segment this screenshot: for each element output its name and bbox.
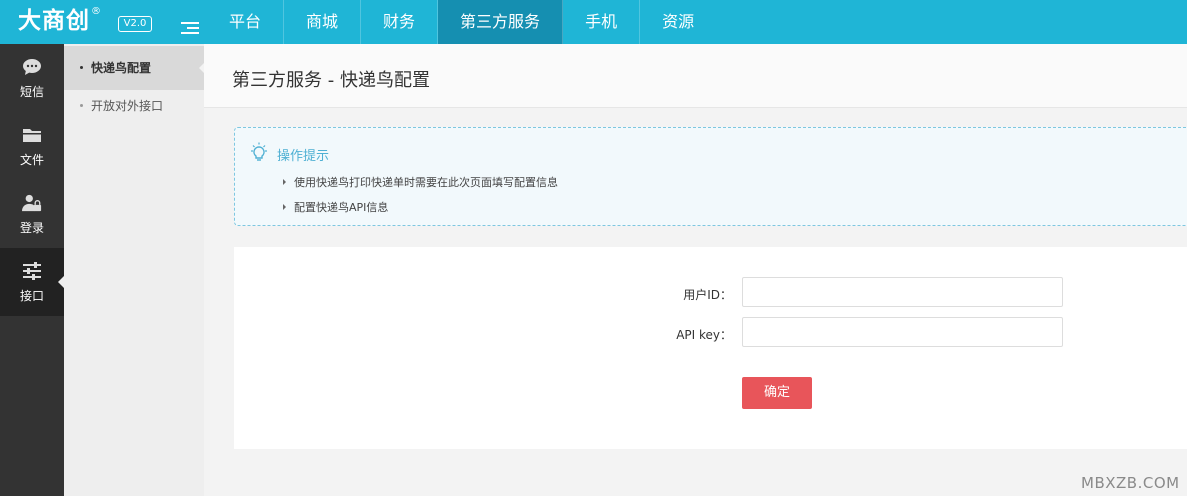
top-bar: 大商创 ® V2.0 平台 商城 财务 第三方服务 手机 资源 — [0, 0, 1187, 44]
menu-toggle-icon[interactable] — [181, 22, 199, 36]
nav-resources[interactable]: 资源 — [640, 0, 716, 44]
sliders-icon — [22, 261, 42, 281]
tip-text: 使用快递鸟打印快递单时需要在此次页面填写配置信息 — [294, 176, 558, 189]
tips-title: 操作提示 — [277, 148, 330, 164]
user-id-input[interactable] — [742, 277, 1063, 307]
caret-right-icon — [283, 179, 286, 185]
sidebar-item-label: 登录 — [19, 220, 44, 235]
sidebar-item-files[interactable]: 文件 — [0, 112, 64, 180]
page-title: 第三方服务 - 快递鸟配置 — [232, 70, 430, 91]
logo-text: 大商创 — [18, 8, 90, 34]
bullet-icon — [80, 104, 83, 107]
caret-right-icon — [283, 204, 286, 210]
api-key-label: API key： — [676, 328, 732, 342]
confirm-button[interactable]: 确定 — [742, 377, 812, 409]
nav-platform[interactable]: 平台 — [207, 0, 285, 44]
watermark: MBXZB.COM — [1081, 474, 1180, 492]
user-lock-icon — [22, 193, 42, 213]
tip-line: 使用快递鸟打印快递单时需要在此次页面填写配置信息 — [283, 174, 558, 190]
nav-mobile[interactable]: 手机 — [563, 0, 641, 44]
submenu-item-open-api[interactable]: 开放对外接口 — [64, 90, 204, 122]
sidebar-item-label: 接口 — [19, 288, 44, 303]
tip-text: 配置快递鸟API信息 — [294, 201, 389, 214]
sidebar: 短信 文件 登录 接口 — [0, 44, 64, 496]
tips-header: 操作提示 — [249, 142, 329, 166]
folder-icon — [22, 125, 42, 145]
sidebar-item-sms[interactable]: 短信 — [0, 44, 64, 112]
logo-registered-mark: ® — [91, 6, 101, 17]
page-header: 第三方服务 - 快递鸟配置 — [204, 44, 1187, 108]
tip-line: 配置快递鸟API信息 — [283, 199, 388, 215]
nav-third-party-services[interactable]: 第三方服务 — [438, 0, 564, 44]
operation-tips-panel: 操作提示 使用快递鸟打印快递单时需要在此次页面填写配置信息 配置快递鸟API信息 — [234, 127, 1187, 226]
submenu-item-label: 开放对外接口 — [91, 99, 164, 113]
lightbulb-icon — [249, 142, 269, 166]
top-nav: 平台 商城 财务 第三方服务 手机 资源 — [207, 0, 716, 44]
api-key-input[interactable] — [742, 317, 1063, 347]
sidebar-item-label: 短信 — [19, 84, 44, 99]
sidebar-item-label: 文件 — [19, 152, 44, 167]
version-badge: V2.0 — [118, 16, 152, 32]
bullet-icon — [80, 66, 83, 69]
logo[interactable]: 大商创 ® — [18, 6, 101, 38]
sidebar-item-login[interactable]: 登录 — [0, 180, 64, 248]
user-id-label: 用户ID： — [683, 288, 732, 302]
message-icon — [22, 57, 42, 77]
submenu-item-label: 快递鸟配置 — [91, 61, 152, 75]
nav-mall[interactable]: 商城 — [284, 0, 362, 44]
submenu: 快递鸟配置 开放对外接口 — [64, 44, 205, 496]
sidebar-item-interface[interactable]: 接口 — [0, 248, 64, 316]
submenu-item-kdniao-config[interactable]: 快递鸟配置 — [64, 46, 205, 90]
nav-finance[interactable]: 财务 — [361, 0, 439, 44]
